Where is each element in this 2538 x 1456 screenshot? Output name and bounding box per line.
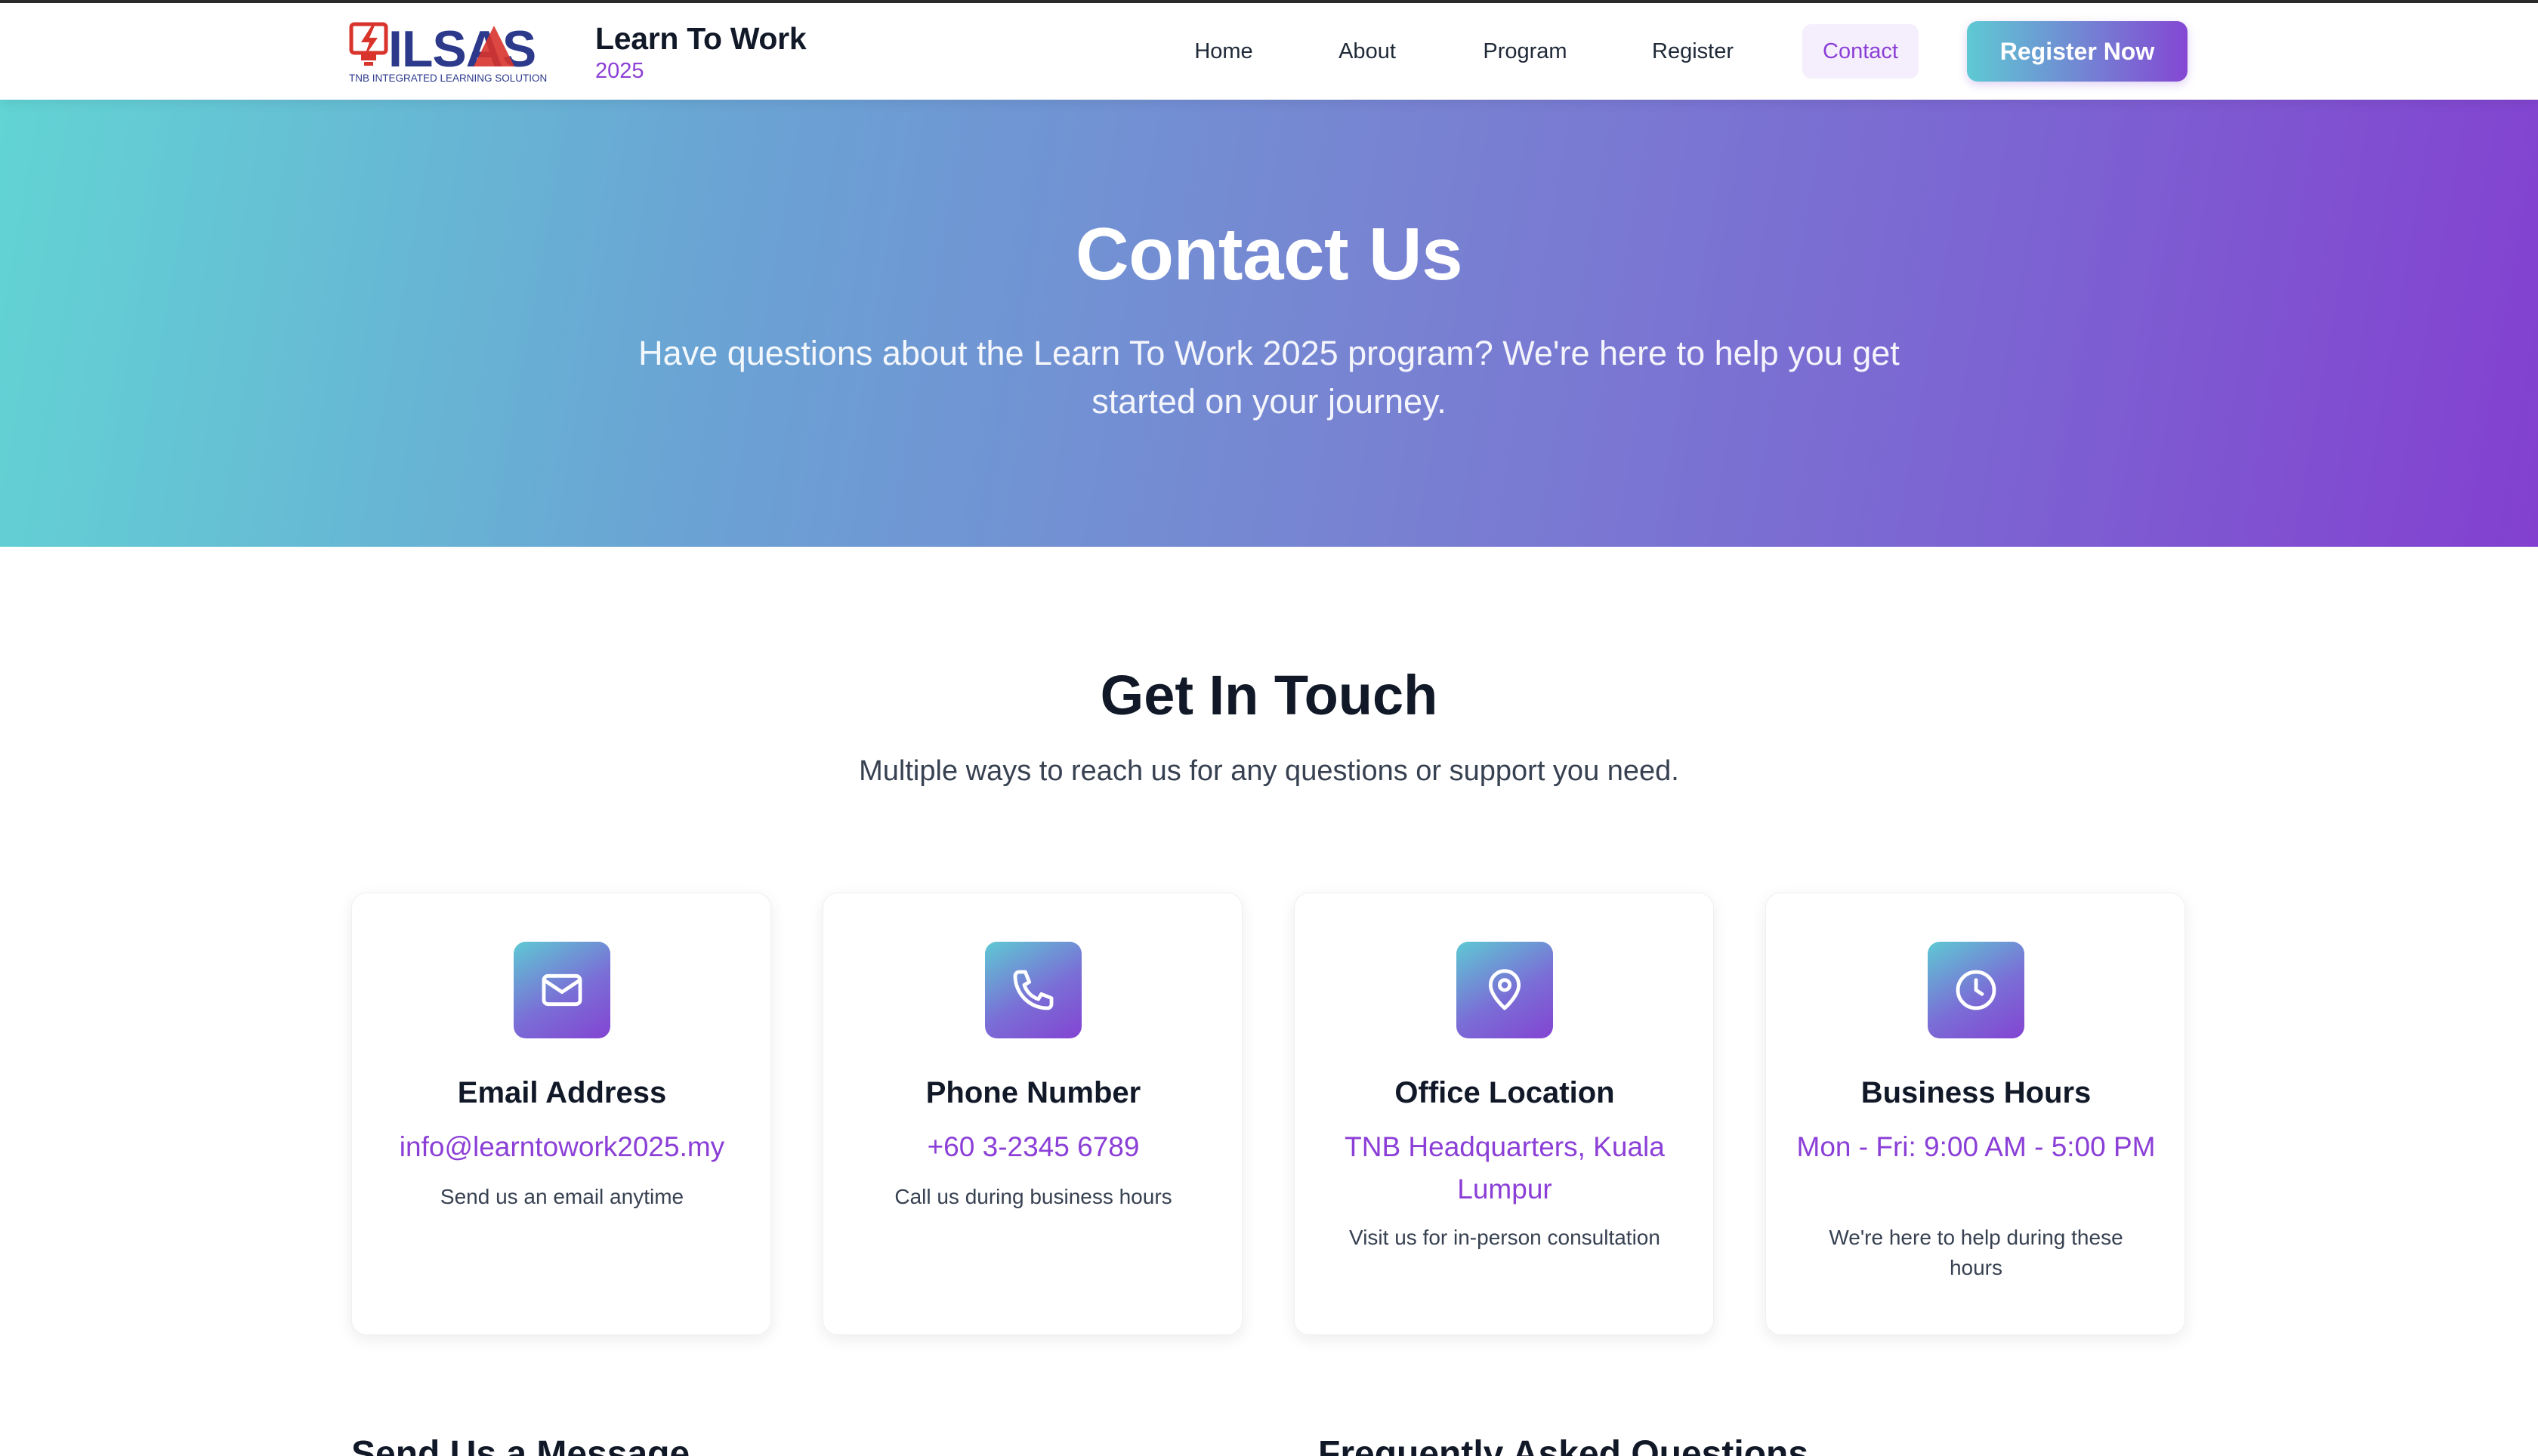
nav-about[interactable]: About: [1317, 24, 1417, 79]
page-title: Contact Us: [1075, 212, 1463, 295]
lightning-bolt-logo-icon: [349, 22, 388, 66]
contact-card-hours: Business Hours Mon - Fri: 9:00 AM - 5:00…: [1765, 893, 2185, 1335]
clock-icon: [1928, 942, 2024, 1038]
logo-link[interactable]: ILSAS TNB INTEGRATED LEARNING SOLUTION: [349, 20, 579, 88]
email-link[interactable]: info@learntowork2025.my: [382, 1126, 742, 1168]
phone-icon: [985, 942, 1082, 1038]
nav-home[interactable]: Home: [1174, 24, 1274, 79]
brand-year: 2025: [595, 59, 644, 84]
card-title: Business Hours: [1860, 1076, 2092, 1109]
mail-icon: [514, 942, 610, 1038]
logo-wordmark: ILSAS: [388, 20, 536, 78]
nav-contact[interactable]: Contact: [1802, 24, 1919, 79]
phone-link[interactable]: +60 3-2345 6789: [854, 1126, 1213, 1168]
nav-register[interactable]: Register: [1636, 24, 1749, 79]
hero-subtitle: Have questions about the Learn To Work 2…: [638, 334, 1900, 421]
nav-program[interactable]: Program: [1468, 24, 1582, 79]
ilsas-logo: ILSAS TNB INTEGRATED LEARNING SOLUTION: [349, 20, 547, 84]
map-pin-icon: [1456, 942, 1553, 1038]
card-title: Email Address: [457, 1076, 667, 1109]
register-now-button[interactable]: Register Now: [1967, 21, 2188, 82]
contact-card-email: Email Address info@learntowork2025.my Se…: [351, 893, 771, 1335]
page: ILSAS TNB INTEGRATED LEARNING SOLUTION L…: [0, 0, 2538, 1456]
contact-card-phone: Phone Number +60 3-2345 6789 Call us dur…: [823, 893, 1243, 1335]
card-note: We're here to help during these hours: [1829, 1226, 2123, 1279]
location-value: TNB Headquarters, Kuala Lumpur: [1345, 1131, 1665, 1205]
contact-card-location: Office Location TNB Headquarters, Kuala …: [1294, 893, 1714, 1335]
brand-title: Learn To Work: [595, 21, 807, 56]
hours-value: Mon - Fri: 9:00 AM - 5:00 PM: [1796, 1131, 2156, 1162]
card-note: Call us during business hours: [894, 1185, 1172, 1208]
hero-banner: Contact Us Have questions about the Lear…: [0, 100, 2538, 547]
brand-block: Learn To Work 2025: [595, 21, 807, 85]
card-title: Phone Number: [925, 1076, 1141, 1109]
card-note: Visit us for in-person consultation: [1349, 1226, 1660, 1249]
logo-tagline: TNB INTEGRATED LEARNING SOLUTION: [349, 72, 547, 84]
send-message-title: Send Us a Message: [351, 1434, 690, 1456]
card-note: Send us an email anytime: [440, 1185, 684, 1208]
faq-title: Frequently Asked Questions: [1318, 1434, 1809, 1456]
get-in-touch-title: Get In Touch: [1100, 664, 1438, 726]
card-title: Office Location: [1394, 1076, 1615, 1109]
site-header: ILSAS TNB INTEGRATED LEARNING SOLUTION L…: [0, 3, 2538, 100]
get-in-touch-subtitle: Multiple ways to reach us for any questi…: [859, 755, 1679, 787]
